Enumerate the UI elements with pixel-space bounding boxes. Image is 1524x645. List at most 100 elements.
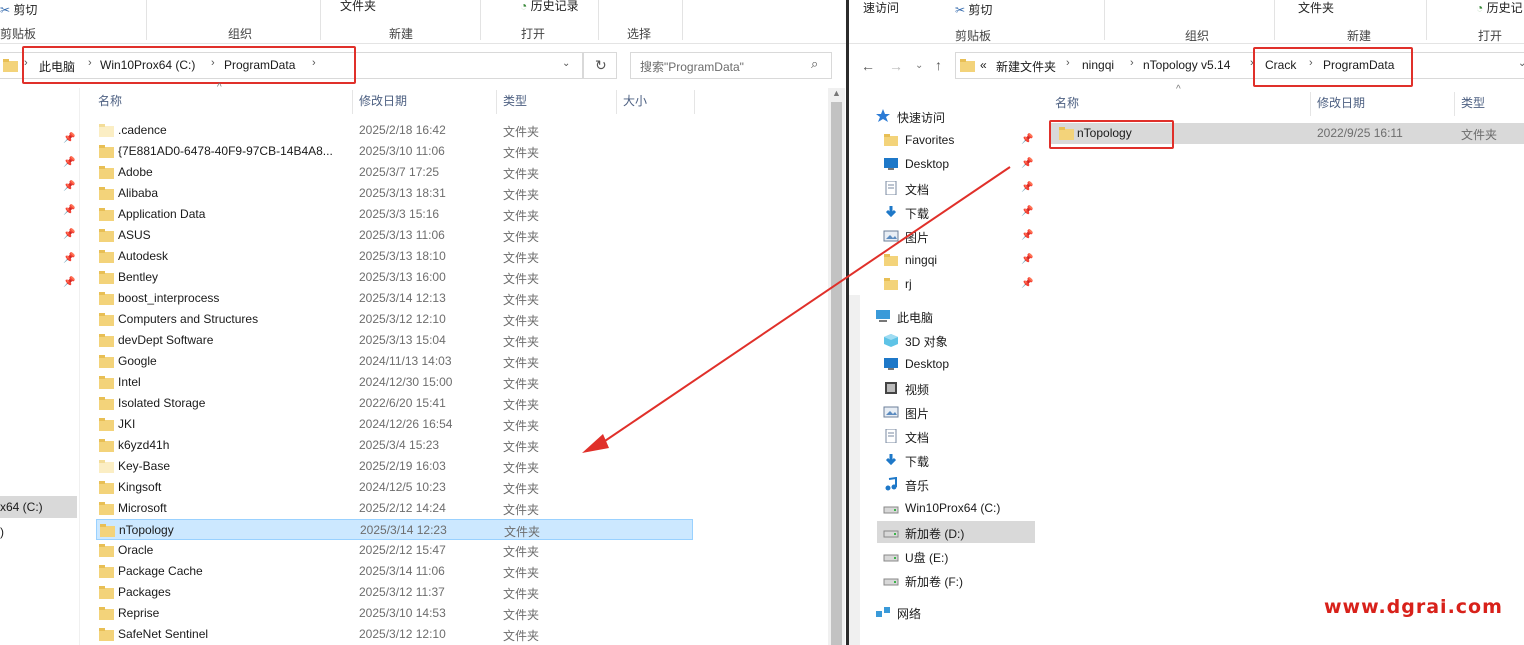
- pin-icon[interactable]: 📌: [1021, 230, 1033, 241]
- column-header-type[interactable]: 类型: [1461, 94, 1485, 116]
- nav-item-pc[interactable]: 3D 对象: [877, 329, 1035, 351]
- column-separator[interactable]: [496, 90, 497, 114]
- nav-this-pc[interactable]: 此电脑: [869, 305, 1035, 327]
- cut-button[interactable]: ✂ 剪切: [955, 1, 992, 18]
- nav-quick-access[interactable]: 快速访问: [869, 105, 1035, 127]
- breadcrumb-ningqi[interactable]: ningqi: [1082, 58, 1114, 72]
- list-item[interactable]: SafeNet Sentinel 2025/3/12 12:10 文件夹: [96, 624, 693, 645]
- quick-access-button[interactable]: 速访问: [863, 0, 899, 16]
- back-arrow-icon[interactable]: ←: [861, 58, 875, 74]
- pin-icon[interactable]: 📌: [1021, 254, 1033, 265]
- list-item[interactable]: ASUS 2025/3/13 11:06 文件夹: [96, 225, 693, 246]
- list-item[interactable]: .cadence 2025/2/18 16:42 文件夹: [96, 120, 693, 141]
- new-folder-button[interactable]: 文件夹: [1298, 0, 1334, 16]
- pin-icon[interactable]: 📌: [63, 133, 75, 144]
- nav-item-quick[interactable]: rj 📌: [877, 273, 1035, 295]
- scroll-up-icon[interactable]: ▲: [832, 88, 841, 98]
- pin-icon[interactable]: 📌: [1021, 182, 1033, 193]
- nav-item-pc[interactable]: 文档: [877, 425, 1035, 447]
- pin-icon[interactable]: 📌: [63, 157, 75, 168]
- list-item[interactable]: Packages 2025/3/12 11:37 文件夹: [96, 582, 693, 603]
- column-header-size[interactable]: 大小: [623, 92, 647, 114]
- pin-icon[interactable]: 📌: [63, 181, 75, 192]
- column-header-date[interactable]: 修改日期: [359, 92, 407, 114]
- chevron-down-icon[interactable]: ⌄: [562, 58, 570, 69]
- breadcrumb-new-folder[interactable]: 新建文件夹: [996, 58, 1056, 75]
- nav-item-pc[interactable]: 视频: [877, 377, 1035, 399]
- list-item[interactable]: nTopology 2025/3/14 12:23 文件夹: [96, 519, 693, 540]
- nav-item-quick[interactable]: Favorites 📌: [877, 129, 1035, 151]
- list-item[interactable]: Package Cache 2025/3/14 11:06 文件夹: [96, 561, 693, 582]
- address-bar[interactable]: « 新建文件夹 › ningqi › nTopology v5.14 › Cra…: [955, 52, 1524, 79]
- list-item[interactable]: devDept Software 2025/3/13 15:04 文件夹: [96, 330, 693, 351]
- list-item[interactable]: Kingsoft 2024/12/5 10:23 文件夹: [96, 477, 693, 498]
- breadcrumb-overflow[interactable]: «: [980, 58, 987, 72]
- column-header-date[interactable]: 修改日期: [1317, 94, 1365, 116]
- nav-item-pc[interactable]: Win10Prox64 (C:): [877, 497, 1035, 519]
- nav-item-drive-d[interactable]: ): [0, 525, 4, 539]
- list-item[interactable]: Autodesk 2025/3/13 18:10 文件夹: [96, 246, 693, 267]
- list-item[interactable]: Alibaba 2025/3/13 18:31 文件夹: [96, 183, 693, 204]
- nav-network[interactable]: 网络: [869, 601, 1035, 623]
- pin-icon[interactable]: 📌: [63, 229, 75, 240]
- pin-icon[interactable]: 📌: [63, 253, 75, 264]
- column-header-name[interactable]: 名称: [98, 92, 122, 114]
- pin-icon[interactable]: 📌: [63, 277, 75, 288]
- pin-icon[interactable]: 📌: [1021, 206, 1033, 217]
- list-item[interactable]: Bentley 2025/3/13 16:00 文件夹: [96, 267, 693, 288]
- folder-icon: [99, 250, 114, 263]
- list-item[interactable]: Adobe 2025/3/7 17:25 文件夹: [96, 162, 693, 183]
- list-item[interactable]: Isolated Storage 2022/6/20 15:41 文件夹: [96, 393, 693, 414]
- nav-item-pc[interactable]: 新加卷 (F:): [877, 569, 1035, 591]
- list-item[interactable]: Reprise 2025/3/10 14:53 文件夹: [96, 603, 693, 624]
- nav-item-pc[interactable]: Desktop: [877, 353, 1035, 375]
- nav-item-drive-c[interactable]: x64 (C:): [0, 496, 77, 518]
- list-item[interactable]: Computers and Structures 2025/3/12 12:10 文…: [96, 309, 693, 330]
- pin-icon[interactable]: 📌: [1021, 278, 1033, 289]
- cut-button[interactable]: ✂ 剪切: [0, 1, 37, 18]
- nav-item-quick[interactable]: 下载 📌: [877, 201, 1035, 223]
- nav-item-pc[interactable]: 下载: [877, 449, 1035, 471]
- list-item[interactable]: Oracle 2025/2/12 15:47 文件夹: [96, 540, 693, 561]
- nav-item-pc[interactable]: 图片: [877, 401, 1035, 423]
- pin-icon[interactable]: 📌: [63, 205, 75, 216]
- list-item[interactable]: Microsoft 2025/2/12 14:24 文件夹: [96, 498, 693, 519]
- column-separator[interactable]: [1310, 92, 1311, 116]
- list-item[interactable]: boost_interprocess 2025/3/14 12:13 文件夹: [96, 288, 693, 309]
- list-item[interactable]: JKI 2024/12/26 16:54 文件夹: [96, 414, 693, 435]
- column-separator[interactable]: [1454, 92, 1455, 116]
- breadcrumb-ntopology-v514[interactable]: nTopology v5.14: [1143, 58, 1230, 72]
- file-type: 文件夹: [503, 398, 540, 412]
- nav-item-pc[interactable]: 新加卷 (D:): [877, 521, 1035, 543]
- list-item[interactable]: Google 2024/11/13 14:03 文件夹: [96, 351, 693, 372]
- refresh-button[interactable]: ↻: [583, 52, 617, 79]
- pin-icon[interactable]: 📌: [1021, 158, 1033, 169]
- nav-item-pc[interactable]: U盘 (E:): [877, 545, 1035, 567]
- list-item[interactable]: Application Data 2025/3/3 15:16 文件夹: [96, 204, 693, 225]
- new-folder-button[interactable]: 文件夹: [340, 0, 376, 14]
- search-input[interactable]: 搜索"ProgramData" ⌕: [630, 52, 832, 79]
- column-separator[interactable]: [352, 90, 353, 114]
- nav-item-quick[interactable]: Desktop 📌: [877, 153, 1035, 175]
- history-button[interactable]: ◔ 历史记: [1476, 0, 1523, 16]
- column-header-type[interactable]: 类型: [503, 92, 527, 114]
- chevron-down-icon[interactable]: ⌄: [1518, 58, 1524, 69]
- history-button[interactable]: ◔ 历史记录: [520, 0, 579, 14]
- vertical-scrollbar[interactable]: ▲: [828, 88, 845, 645]
- recent-dropdown-icon[interactable]: ⌄: [915, 60, 923, 71]
- scrollbar-thumb[interactable]: [831, 102, 842, 645]
- column-separator[interactable]: [616, 90, 617, 114]
- nav-item-quick[interactable]: 图片 📌: [877, 225, 1035, 247]
- nav-item-pc[interactable]: 音乐: [877, 473, 1035, 495]
- list-item[interactable]: {7E881AD0-6478-40F9-97CB-14B4A8... 2025/3…: [96, 141, 693, 162]
- list-item[interactable]: Intel 2024/12/30 15:00 文件夹: [96, 372, 693, 393]
- column-header-name[interactable]: 名称: [1055, 94, 1079, 116]
- list-item[interactable]: k6yzd41h 2025/3/4 15:23 文件夹: [96, 435, 693, 456]
- forward-arrow-icon[interactable]: →: [889, 58, 903, 74]
- nav-item-quick[interactable]: 文档 📌: [877, 177, 1035, 199]
- list-item[interactable]: Key-Base 2025/2/19 16:03 文件夹: [96, 456, 693, 477]
- nav-item-quick[interactable]: ningqi 📌: [877, 249, 1035, 271]
- column-separator[interactable]: [694, 90, 695, 114]
- pin-icon[interactable]: 📌: [1021, 134, 1033, 145]
- up-arrow-icon[interactable]: ↑: [935, 57, 942, 73]
